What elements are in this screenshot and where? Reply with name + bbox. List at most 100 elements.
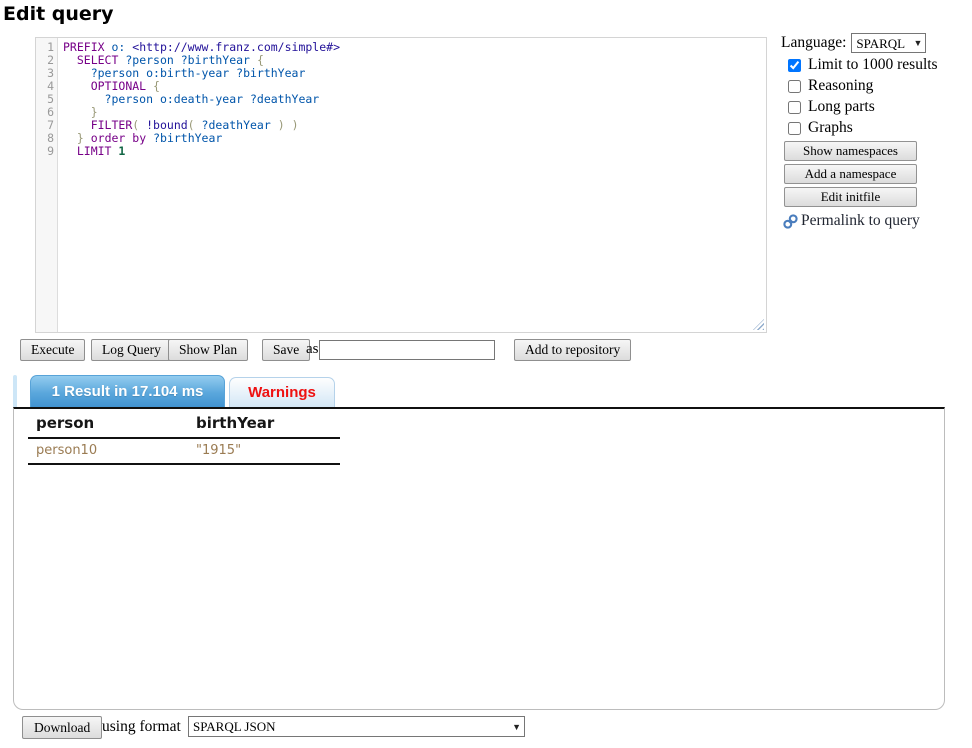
- code-token: LIMIT: [77, 144, 112, 158]
- code-token: (: [188, 118, 195, 132]
- language-row: Language: SPARQL ▼: [781, 33, 969, 53]
- code-token: PREFIX: [63, 40, 105, 54]
- code-token: OPTIONAL: [91, 79, 146, 93]
- language-select[interactable]: SPARQL: [851, 33, 926, 53]
- link-chain-icon: [782, 213, 799, 230]
- code-line: ?person o:birth-year ?birthYear: [63, 67, 766, 80]
- column-header-birthyear: birthYear: [188, 411, 340, 438]
- code-token: ?birthYear: [153, 131, 222, 145]
- option-checkboxes: Limit to 1000 results Reasoning Long parts…: [781, 56, 969, 137]
- code-line: ?person o:death-year ?deathYear: [63, 93, 766, 106]
- code-token: [285, 118, 292, 132]
- code-token: [63, 92, 105, 106]
- save-name-input[interactable]: [319, 340, 495, 360]
- cell-person[interactable]: person10: [28, 438, 188, 464]
- code-token: by: [132, 131, 146, 145]
- query-options-panel: Language: SPARQL ▼ Limit to 1000 results…: [781, 33, 969, 230]
- code-token: ?deathYear: [250, 92, 319, 106]
- code-token: <http://www.franz.com/simple#>: [132, 40, 340, 54]
- download-format-label: using format: [102, 718, 181, 736]
- edit-initfile-button[interactable]: Edit initfile: [784, 187, 917, 207]
- language-label: Language:: [781, 34, 846, 52]
- execute-button[interactable]: Execute: [20, 339, 85, 361]
- checkbox-row-limit-to-1000-results: Limit to 1000 results: [788, 56, 969, 74]
- code-token: order: [91, 131, 126, 145]
- checkbox-label: Long parts: [808, 98, 875, 116]
- code-token: [174, 53, 181, 67]
- code-token: !bound: [146, 118, 188, 132]
- code-token: [195, 118, 202, 132]
- code-token: ?birthYear: [181, 53, 250, 67]
- code-token: }: [91, 105, 98, 119]
- checkbox-label: Limit to 1000 results: [808, 56, 938, 74]
- code-token: {: [257, 53, 264, 67]
- code-token: [63, 53, 77, 67]
- checkbox-limit-to-1000-results[interactable]: [788, 59, 801, 72]
- code-token: [271, 118, 278, 132]
- code-token: ?birthYear: [236, 66, 305, 80]
- checkbox-long-parts[interactable]: [788, 101, 801, 114]
- code-token: [84, 131, 91, 145]
- results-tabs: 1 Result in 17.104 msWarnings: [30, 375, 335, 407]
- show-namespaces-button[interactable]: Show namespaces: [784, 141, 917, 161]
- checkbox-label: Graphs: [808, 119, 853, 137]
- add-a-namespace-button[interactable]: Add a namespace: [784, 164, 917, 184]
- code-token: [63, 118, 91, 132]
- code-token: [250, 53, 257, 67]
- code-token: FILTER: [91, 118, 133, 132]
- save-as-label: as: [306, 341, 319, 358]
- code-token: ?person: [91, 66, 139, 80]
- code-token: [153, 92, 160, 106]
- editor-gutter: 123456789: [36, 38, 58, 332]
- code-token: [63, 66, 91, 80]
- code-token: o:death-year: [160, 92, 243, 106]
- tab-1-result-in-17-104-ms[interactable]: 1 Result in 17.104 ms: [30, 375, 225, 407]
- code-token: SELECT: [77, 53, 119, 67]
- tab-warnings[interactable]: Warnings: [229, 377, 335, 407]
- code-line: LIMIT 1: [63, 145, 766, 158]
- code-token: [243, 92, 250, 106]
- code-token: {: [153, 79, 160, 93]
- permalink-link[interactable]: Permalink to query: [782, 212, 969, 230]
- code-token: [63, 144, 77, 158]
- language-select-wrap: SPARQL ▼: [851, 33, 926, 53]
- namespace-buttons: Show namespaces Add a namespace Edit initf…: [781, 141, 969, 207]
- tab-strip: [13, 375, 17, 407]
- checkbox-row-reasoning: Reasoning: [788, 77, 969, 95]
- column-header-person: person: [28, 411, 188, 438]
- code-token: 1: [118, 144, 125, 158]
- show-plan-button[interactable]: Show Plan: [168, 339, 248, 361]
- code-line: } order by ?birthYear: [63, 132, 766, 145]
- code-token: ?person: [105, 92, 153, 106]
- save-button[interactable]: Save: [262, 339, 310, 361]
- checkbox-reasoning[interactable]: [788, 80, 801, 93]
- code-token: ?deathYear: [202, 118, 271, 132]
- format-select[interactable]: SPARQL JSON: [188, 716, 525, 737]
- code-token: [146, 79, 153, 93]
- checkbox-graphs[interactable]: [788, 122, 801, 135]
- page-title: Edit query: [3, 3, 114, 25]
- code-token: ): [278, 118, 285, 132]
- results-panel: personbirthYear person10"1915": [13, 407, 945, 710]
- results-table: personbirthYear person10"1915": [28, 411, 340, 465]
- code-token: ?person: [125, 53, 173, 67]
- checkbox-row-graphs: Graphs: [788, 119, 969, 137]
- results-table-head: personbirthYear: [28, 411, 340, 438]
- cell-birthyear[interactable]: "1915": [188, 438, 340, 464]
- code-token: [63, 105, 91, 119]
- log-query-button[interactable]: Log Query: [91, 339, 172, 361]
- code-token: ): [292, 118, 299, 132]
- download-button[interactable]: Download: [22, 716, 102, 739]
- code-token: o:: [111, 40, 125, 54]
- line-number: 9: [36, 145, 54, 158]
- code-token: [63, 131, 77, 145]
- code-token: o:birth-year: [146, 66, 229, 80]
- checkbox-row-long-parts: Long parts: [788, 98, 969, 116]
- add-to-repository-button[interactable]: Add to repository: [514, 339, 631, 361]
- table-row: person10"1915": [28, 438, 340, 464]
- results-table-body: person10"1915": [28, 438, 340, 464]
- editor-code[interactable]: PREFIX o: <http://www.franz.com/simple#>…: [58, 38, 766, 332]
- permalink-label: Permalink to query: [801, 212, 920, 230]
- query-editor[interactable]: 123456789 PREFIX o: <http://www.franz.co…: [35, 37, 767, 333]
- code-token: [63, 79, 91, 93]
